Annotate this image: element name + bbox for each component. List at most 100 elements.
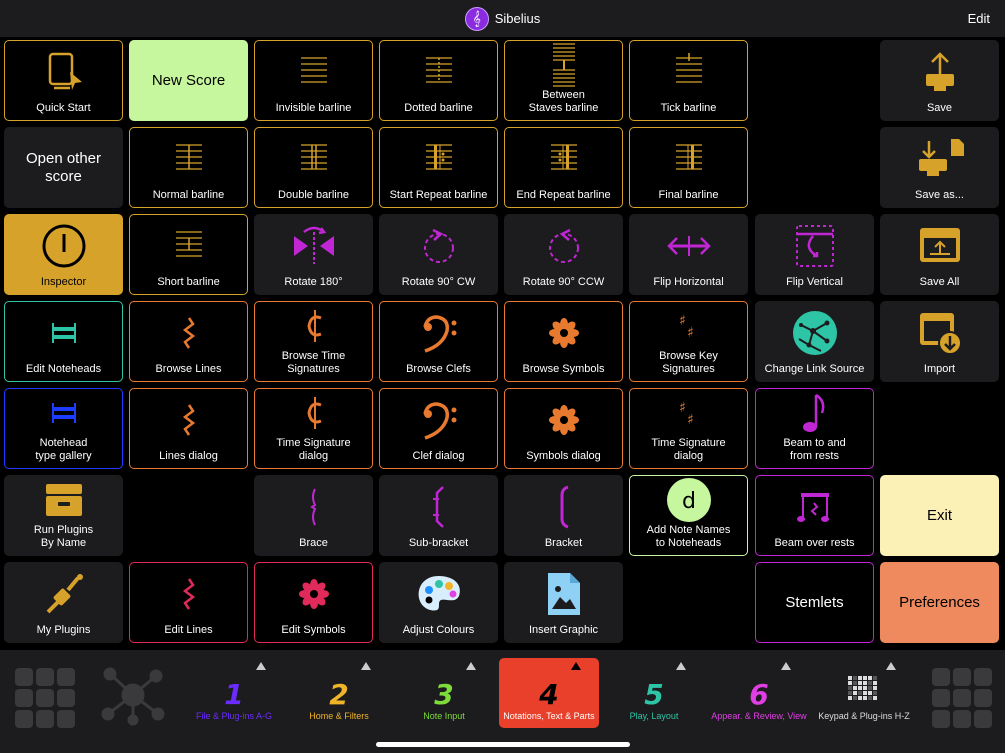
- exit-label: Exit: [926, 506, 952, 524]
- notehead-type-gallery-label: Notehead type gallery: [35, 437, 92, 462]
- normal-barline-button[interactable]: Normal barline: [129, 127, 248, 208]
- final-barline-label: Final barline: [658, 189, 719, 201]
- tab-expand-triangle-icon: [466, 662, 476, 670]
- invisible-barline-button[interactable]: Invisible barline: [254, 40, 373, 121]
- browse-symbols-button[interactable]: Browse Symbols: [504, 301, 623, 382]
- rotate-180-button[interactable]: Rotate 180°: [254, 214, 373, 295]
- home-indicator: [376, 742, 630, 747]
- tab-expand-triangle-icon: [676, 662, 686, 670]
- final-barline-button[interactable]: Final barline: [629, 127, 748, 208]
- tab-5[interactable]: 5 Play, Layout: [604, 658, 704, 728]
- my-plugins-label: My Plugins: [36, 624, 91, 636]
- run-plugins-by-name-button[interactable]: Run Plugins By Name: [4, 475, 123, 556]
- stemlets-label: Stemlets: [785, 593, 844, 611]
- tab-number: 3: [434, 678, 454, 711]
- image-file-icon: [505, 563, 622, 624]
- edit-symbols-button[interactable]: Edit Symbols: [254, 562, 373, 643]
- lines-dialog-button[interactable]: Lines dialog: [129, 388, 248, 469]
- tab-bar: 1 File & Plug-ins A-G 2 Home & Filters 3 Note…: [0, 650, 1005, 753]
- tab-label: Appear. & Review, View: [711, 711, 807, 721]
- double-barline-button[interactable]: Double barline: [254, 127, 373, 208]
- bracket-button[interactable]: Bracket: [504, 475, 623, 556]
- tab-2[interactable]: 2 Home & Filters: [289, 658, 389, 728]
- flower-icon: [505, 302, 622, 363]
- sibelius-logo-icon: 𝄞: [464, 6, 489, 31]
- tab-3[interactable]: 3 Note Input: [394, 658, 494, 728]
- save-button[interactable]: Save: [880, 40, 999, 121]
- tab-keypad[interactable]: Keypad & Plug-ins H-Z: [814, 658, 914, 728]
- flip-vertical-label: Flip Vertical: [786, 276, 843, 288]
- tab-number: 4: [539, 678, 559, 711]
- dotted-barline-button[interactable]: Dotted barline: [379, 40, 498, 121]
- tab-number: 2: [329, 678, 349, 711]
- change-link-source-label: Change Link Source: [764, 363, 865, 375]
- power-icon: [5, 215, 122, 276]
- flower-icon: [255, 563, 372, 624]
- exit-button[interactable]: Exit: [880, 475, 999, 556]
- brace-button[interactable]: Brace: [254, 475, 373, 556]
- keypad-left-icon[interactable]: [15, 668, 75, 728]
- tab-number: 6: [749, 678, 769, 711]
- svg-text:♯: ♯: [687, 412, 694, 428]
- stemlets-button[interactable]: Stemlets: [755, 562, 874, 643]
- between-staves-barline-button[interactable]: Between Staves barline: [504, 40, 623, 121]
- sub-bracket-button[interactable]: Sub-bracket: [379, 475, 498, 556]
- end-repeat-barline-button[interactable]: End Repeat barline: [504, 127, 623, 208]
- browse-lines-button[interactable]: Browse Lines: [129, 301, 248, 382]
- edit-noteheads-button[interactable]: Edit Noteheads: [4, 301, 123, 382]
- quick-start-button[interactable]: Quick Start: [4, 40, 123, 121]
- tab-4[interactable]: 4 Notations, Text & Parts: [499, 658, 599, 728]
- browse-key-signatures-button[interactable]: ♯ ♯ Browse Key Signatures: [629, 301, 748, 382]
- keypad-right-icon[interactable]: [932, 668, 992, 728]
- open-other-score-button[interactable]: Open other score: [4, 127, 123, 208]
- adjust-colours-button[interactable]: Adjust Colours: [379, 562, 498, 643]
- browse-clefs-button[interactable]: Browse Clefs: [379, 301, 498, 382]
- end-repeat-barline-label: End Repeat barline: [516, 189, 611, 201]
- tick-barline-button[interactable]: Tick barline: [629, 40, 748, 121]
- between-staves-barline-label: Between Staves barline: [528, 89, 599, 114]
- notehead-type-gallery-button[interactable]: Notehead type gallery: [4, 388, 123, 469]
- save-as-button[interactable]: Save as...: [880, 127, 999, 208]
- bass-clef-icon: [380, 302, 497, 363]
- app-title: Sibelius: [494, 11, 541, 26]
- key-signature-dialog-button[interactable]: ♯ ♯ Time Signature dialog: [629, 388, 748, 469]
- time-signature-dialog-button[interactable]: Time Signature dialog: [254, 388, 373, 469]
- my-plugins-button[interactable]: My Plugins: [4, 562, 123, 643]
- edit-lines-button[interactable]: Edit Lines: [129, 562, 248, 643]
- clef-dialog-button[interactable]: Clef dialog: [379, 388, 498, 469]
- new-score-button[interactable]: New Score: [129, 40, 248, 121]
- flip-horizontal-button[interactable]: Flip Horizontal: [629, 214, 748, 295]
- inspector-button[interactable]: Inspector: [4, 214, 123, 295]
- notehead-blue-icon: [5, 389, 122, 437]
- start-repeat-barline-label: Start Repeat barline: [389, 189, 488, 201]
- flip-vertical-button[interactable]: Flip Vertical: [755, 214, 874, 295]
- add-note-names-label: Add Note Names to Noteheads: [646, 524, 731, 549]
- add-note-names-button[interactable]: d Add Note Names to Noteheads: [629, 475, 748, 556]
- change-link-source-button[interactable]: Change Link Source: [755, 301, 874, 382]
- short-barline-button[interactable]: Short barline: [129, 214, 248, 295]
- save-all-button[interactable]: Save All: [880, 214, 999, 295]
- rotate-90-ccw-button[interactable]: Rotate 90° CCW: [504, 214, 623, 295]
- start-repeat-barline-button[interactable]: Start Repeat barline: [379, 127, 498, 208]
- import-button[interactable]: Import: [880, 301, 999, 382]
- svg-text:♯: ♯: [679, 400, 686, 416]
- save-as-label: Save as...: [915, 189, 964, 201]
- browse-time-signatures-button[interactable]: Browse Time Signatures: [254, 301, 373, 382]
- rotate-90-ccw-label: Rotate 90° CCW: [522, 276, 605, 288]
- network-hub-icon[interactable]: [100, 664, 166, 726]
- staff-double-icon: [255, 128, 372, 189]
- symbols-dialog-button[interactable]: Symbols dialog: [504, 388, 623, 469]
- insert-graphic-button[interactable]: Insert Graphic: [504, 562, 623, 643]
- top-bar: 𝄞 Sibelius Edit: [0, 0, 1005, 37]
- rotate-90-cw-button[interactable]: Rotate 90° CW: [379, 214, 498, 295]
- beam-to-and-from-rests-button[interactable]: Beam to and from rests: [755, 388, 874, 469]
- tab-6[interactable]: 6 Appear. & Review, View: [709, 658, 809, 728]
- edit-symbols-label: Edit Symbols: [281, 624, 346, 636]
- tab-1[interactable]: 1 File & Plug-ins A-G: [184, 658, 284, 728]
- cut-time-icon: [255, 302, 372, 350]
- edit-button[interactable]: Edit: [968, 0, 990, 37]
- beam-over-rests-button[interactable]: Beam over rests: [755, 475, 874, 556]
- tab-expand-triangle-icon: [256, 662, 266, 670]
- preferences-button[interactable]: Preferences: [880, 562, 999, 643]
- notehead-icon: [5, 302, 122, 363]
